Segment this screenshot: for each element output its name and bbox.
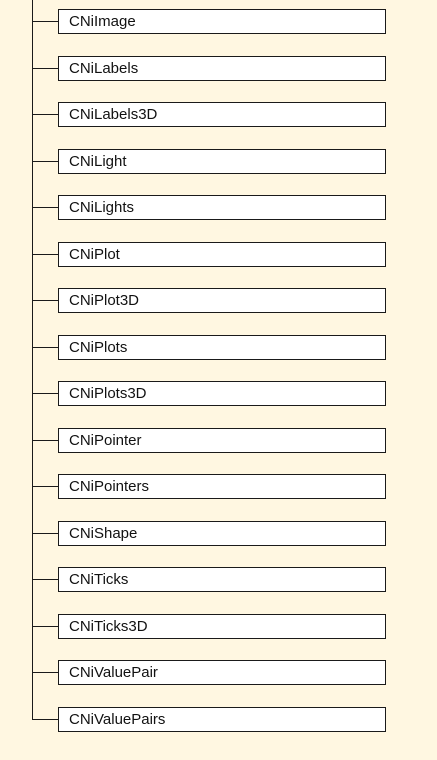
tree-connector-line: [32, 254, 58, 255]
class-node-label: CNiTicks: [69, 571, 129, 588]
class-node-label: CNiPlot: [69, 246, 120, 263]
tree-connector-line: [32, 672, 58, 673]
tree-connector-line: [32, 486, 58, 487]
class-node-box: CNiValuePairs: [58, 707, 386, 732]
class-node-box: CNiPlot3D: [58, 288, 386, 313]
class-hierarchy-tree: CNiImage CNiLabels CNiLabels3D CNiLight CNiL…: [0, 0, 437, 760]
class-node-box: CNiTicks: [58, 567, 386, 592]
class-node-box: CNiShape: [58, 521, 386, 546]
class-node-box: CNiPointers: [58, 474, 386, 499]
class-node-box: CNiPlots: [58, 335, 386, 360]
class-node-label: CNiPointers: [69, 478, 150, 495]
class-node-box: CNiImage: [58, 9, 386, 34]
tree-connector-line: [32, 533, 58, 534]
class-node-box: CNiLabels3D: [58, 102, 386, 127]
class-node-label: CNiLights: [69, 199, 135, 216]
tree-trunk-line: [32, 0, 33, 719]
class-node-label: CNiValuePairs: [69, 711, 166, 728]
class-node-box: CNiLight: [58, 149, 386, 174]
tree-connector-line: [32, 161, 58, 162]
class-node-box: CNiLabels: [58, 56, 386, 81]
class-node-label: CNiPlot3D: [69, 292, 140, 309]
class-node-label: CNiLight: [69, 153, 127, 170]
class-node-label: CNiShape: [69, 525, 138, 542]
class-node-box: CNiPlot: [58, 242, 386, 267]
tree-connector-line: [32, 719, 58, 720]
tree-connector-line: [32, 114, 58, 115]
class-node-label: CNiPlots: [69, 339, 128, 356]
tree-connector-line: [32, 579, 58, 580]
tree-connector-line: [32, 68, 58, 69]
tree-connector-line: [32, 626, 58, 627]
class-node-label: CNiLabels3D: [69, 106, 158, 123]
tree-connector-line: [32, 440, 58, 441]
class-node-label: CNiTicks3D: [69, 618, 148, 635]
class-node-label: CNiPlots3D: [69, 385, 147, 402]
tree-connector-line: [32, 21, 58, 22]
class-node-box: CNiValuePair: [58, 660, 386, 685]
class-node-label: CNiLabels: [69, 60, 139, 77]
class-node-box: CNiPlots3D: [58, 381, 386, 406]
class-node-box: CNiTicks3D: [58, 614, 386, 639]
tree-connector-line: [32, 347, 58, 348]
class-node-box: CNiPointer: [58, 428, 386, 453]
class-node-label: CNiPointer: [69, 432, 142, 449]
tree-connector-line: [32, 207, 58, 208]
class-node-box: CNiLights: [58, 195, 386, 220]
tree-connector-line: [32, 393, 58, 394]
tree-connector-line: [32, 300, 58, 301]
class-node-label: CNiImage: [69, 13, 136, 30]
class-node-label: CNiValuePair: [69, 664, 158, 681]
